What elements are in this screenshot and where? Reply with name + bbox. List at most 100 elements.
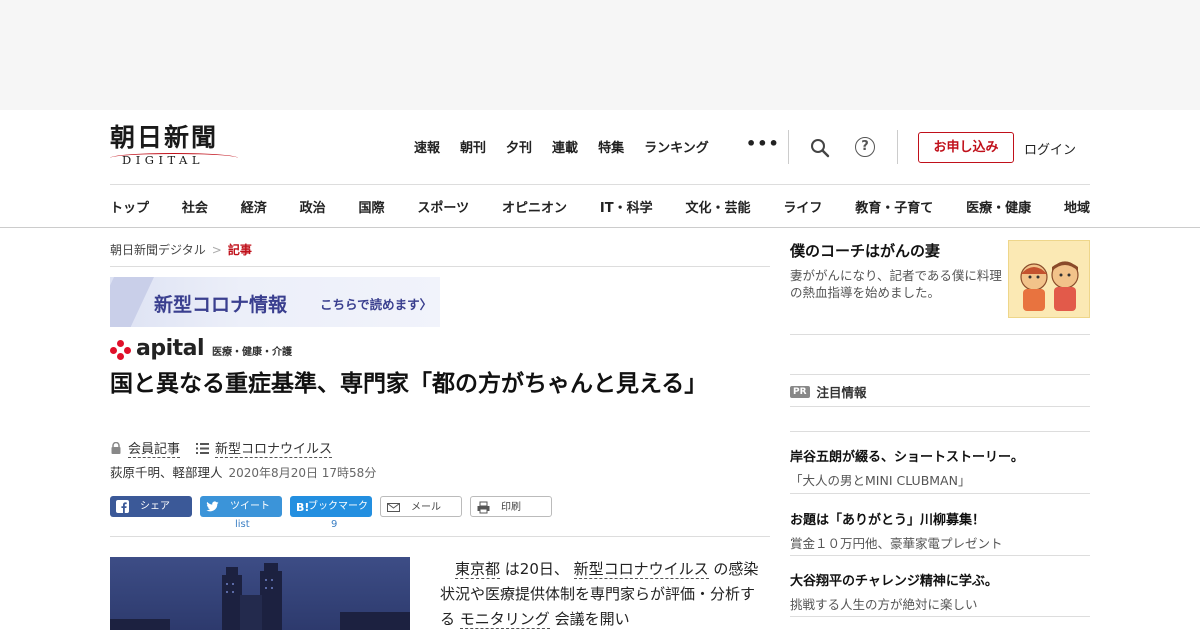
sidebar-feature[interactable]: 僕のコーチはがんの妻 妻ががんになり、記者である僕に料理の熱血指導を始めました。 [790, 240, 1090, 322]
facebook-icon [116, 500, 129, 513]
category-life[interactable]: ライフ [783, 197, 822, 216]
twitter-share-button[interactable]: ツイート [200, 496, 282, 517]
member-article-label[interactable]: 会員記事 [128, 438, 181, 458]
category-health[interactable]: 医療・健康 [966, 197, 1031, 216]
search-icon[interactable] [810, 138, 830, 158]
body-text: は20日、 [500, 560, 574, 578]
byline: 荻原千明、軽部理人 2020年8月20日 17時58分 [110, 462, 376, 481]
breadcrumb-separator: > [211, 243, 222, 257]
apital-logo-icon [110, 340, 132, 360]
divider [790, 616, 1090, 617]
more-menu-icon[interactable]: ••• [746, 134, 780, 153]
facebook-share-button[interactable]: シェア [110, 496, 192, 517]
twitter-share-label: ツイート [230, 501, 270, 512]
topnav-item-tokushu[interactable]: 特集 [598, 137, 624, 156]
pr-heading-text: 注目情報 [816, 385, 867, 400]
hatena-bookmark-label: ブックマーク [308, 501, 368, 512]
help-icon[interactable]: ? [855, 137, 875, 157]
category-politics[interactable]: 政治 [300, 197, 326, 216]
topnav-item-yuukan[interactable]: 夕刊 [506, 137, 532, 156]
article-date: 2020年8月20日 17時58分 [228, 466, 377, 480]
divider [790, 334, 1090, 335]
category-region[interactable]: 地域 [1064, 197, 1090, 216]
facebook-share-label: シェア [140, 501, 170, 512]
hatena-count[interactable]: 9 [331, 519, 337, 530]
mail-icon [387, 503, 400, 512]
tokyo-government-building-image [110, 563, 410, 630]
divider [110, 184, 1090, 185]
breadcrumb-current: 記事 [227, 243, 252, 257]
pr-item-title: お題は「ありがとう」川柳募集！ [790, 513, 986, 528]
divider [790, 431, 1090, 432]
feature-description: 妻ががんになり、記者である僕に料理の熱血指導を始めました。 [790, 268, 1002, 300]
divider [790, 406, 1090, 407]
lock-icon [111, 442, 121, 454]
logo-swoosh [110, 153, 238, 158]
pr-item-title: 大谷翔平のチャレンジ精神に学ぶ。 [790, 574, 998, 589]
topnav-item-ranking[interactable]: ランキング [644, 137, 709, 156]
category-opinion[interactable]: オピニオン [502, 197, 567, 216]
article-headline: 国と異なる重症基準、専門家「都の方がちゃんと見える」 [110, 371, 708, 397]
category-education[interactable]: 教育・子育て [855, 197, 933, 216]
pr-heading: PR 注目情報 [790, 382, 867, 401]
mail-share-button[interactable]: メール [380, 496, 462, 517]
topnav-item-rensai[interactable]: 連載 [552, 137, 578, 156]
article-body: 東京都 は20日、 新型コロナウイルス の感染状況や医療提供体制を専門家らが評価… [440, 557, 760, 630]
mail-share-label: メール [411, 502, 441, 513]
body-text: 会議を開い [549, 610, 630, 628]
breadcrumb: 朝日新聞デジタル > 記事 [110, 241, 252, 258]
pr-item-subtitle: 「大人の男とMINI CLUBMAN」 [790, 473, 971, 488]
print-icon [477, 501, 490, 514]
print-button[interactable]: 印刷 [470, 496, 552, 517]
apital-subtitle: 医療・健康・介護 [212, 347, 293, 358]
topnav-item-choukan[interactable]: 朝刊 [460, 137, 486, 156]
top-nav: 速報 朝刊 夕刊 連載 特集 ランキング [414, 137, 729, 156]
pr-item[interactable]: 岸谷五朗が綴る、ショートストーリー。 「大人の男とMINI CLUBMAN」 [790, 446, 1090, 489]
category-economy[interactable]: 経済 [241, 197, 267, 216]
category-international[interactable]: 国際 [359, 197, 385, 216]
keyword-link[interactable]: モニタリング [459, 610, 550, 629]
list-icon [196, 442, 210, 454]
pr-badge: PR [790, 385, 810, 398]
site-logo[interactable]: 朝日新聞 DIGITAL [110, 124, 242, 170]
corona-info-banner[interactable]: 新型コロナ情報 こちらで読めます〉 [110, 277, 440, 327]
apital-label[interactable]: apital 医療・健康・介護 [110, 336, 292, 360]
banner-title: 新型コロナ情報 [154, 294, 288, 316]
category-society[interactable]: 社会 [182, 197, 208, 216]
article-photo[interactable] [110, 557, 410, 630]
pr-item[interactable]: お題は「ありがとう」川柳募集！ 賞金１０万円他、豪華家電プレゼント [790, 509, 1090, 552]
pr-item-subtitle: 挑戦する人生の方が絶対に楽しい [790, 597, 978, 612]
article-tags: 会員記事 新型コロナウイルス [110, 438, 333, 458]
subscribe-button[interactable]: お申し込み [918, 132, 1014, 163]
breadcrumb-home[interactable]: 朝日新聞デジタル [110, 243, 206, 257]
login-link[interactable]: ログイン [1024, 139, 1076, 158]
hatena-bookmark-button[interactable]: B! ブックマーク [290, 496, 372, 517]
twitter-icon [206, 501, 219, 512]
pr-item[interactable]: 大谷翔平のチャレンジ精神に学ぶ。 挑戦する人生の方が絶対に楽しい [790, 570, 1090, 613]
category-sports[interactable]: スポーツ [417, 197, 469, 216]
divider [790, 555, 1090, 556]
topic-link[interactable]: 新型コロナウイルス [215, 438, 333, 458]
article-authors: 荻原千明、軽部理人 [110, 465, 223, 480]
keyword-link[interactable]: 新型コロナウイルス [573, 560, 709, 579]
banner-link-text: こちらで読めます〉 [320, 297, 433, 312]
pr-item-subtitle: 賞金１０万円他、豪華家電プレゼント [790, 536, 1003, 551]
category-culture[interactable]: 文化・芸能 [685, 197, 750, 216]
category-nav: トップ 社会 経済 政治 国際 スポーツ オピニオン IT・科学 文化・芸能 ラ… [110, 197, 1090, 216]
print-label: 印刷 [501, 502, 521, 513]
site-header: 朝日新聞 DIGITAL 速報 朝刊 夕刊 連載 特集 ランキング ••• ? … [0, 110, 1200, 228]
divider [788, 130, 789, 164]
topnav-item-sokuhou[interactable]: 速報 [414, 137, 440, 156]
pr-item-title: 岸谷五朗が綴る、ショートストーリー。 [790, 450, 1024, 465]
category-it-science[interactable]: IT・科学 [600, 197, 653, 216]
divider [790, 374, 1090, 375]
feature-illustration [1008, 240, 1090, 318]
keyword-link[interactable]: 東京都 [455, 560, 501, 579]
divider [110, 266, 770, 267]
divider [790, 493, 1090, 494]
twitter-count[interactable]: list [235, 519, 250, 530]
divider [110, 536, 770, 537]
category-top[interactable]: トップ [110, 197, 149, 216]
divider [897, 130, 898, 164]
ad-banner-area [0, 0, 1200, 110]
